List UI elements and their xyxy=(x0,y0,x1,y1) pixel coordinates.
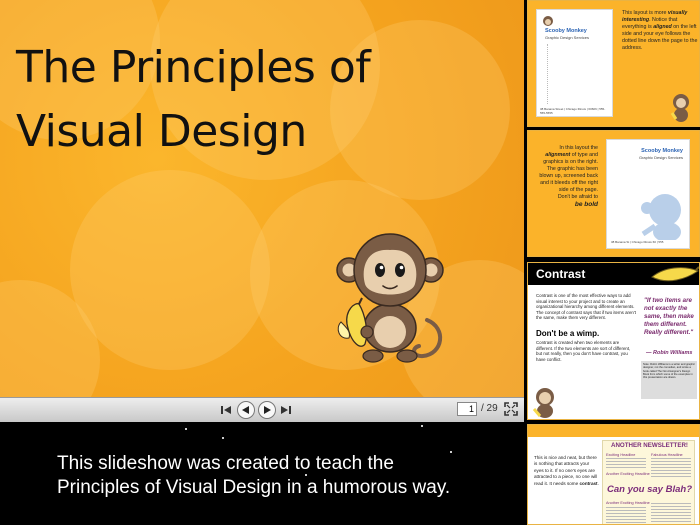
contrast-body-2: Contrast is created when two elements ar… xyxy=(536,340,631,362)
last-slide-button[interactable] xyxy=(279,401,293,419)
play-left-icon xyxy=(242,406,249,414)
newsletter-preview: ANOTHER NEWSLETTER! Exciting Headline An… xyxy=(602,440,695,524)
play-right-icon xyxy=(264,406,271,414)
slide-title: The Principles of Visual Design xyxy=(16,42,371,157)
slide-thumbnail-4[interactable]: Contrast Contrast is one of the most eff… xyxy=(527,262,700,420)
newsletter-headline: Fabulous Headline xyxy=(651,453,683,457)
brand-subtitle: Graphic Design Services xyxy=(545,35,590,40)
text-lines xyxy=(651,503,691,523)
previous-slide-button[interactable] xyxy=(237,401,255,419)
dotted-guide xyxy=(547,44,548,104)
fullscreen-icon[interactable] xyxy=(504,402,518,416)
first-slide-button[interactable] xyxy=(219,401,233,419)
brand-subtitle: Graphic Design Services xyxy=(638,155,683,160)
letterhead-card: Scooby Monkey Graphic Design Services 38… xyxy=(606,139,690,249)
monkey-watermark-icon xyxy=(641,194,681,240)
text-lines xyxy=(606,507,646,523)
banana-icon xyxy=(651,266,699,282)
address-line: 38 Banana Street | Chicago Illinois | 60… xyxy=(540,107,606,115)
monkey-icon xyxy=(532,388,554,418)
text-lines xyxy=(606,458,646,470)
note-text: Note: Robin Williams is a writer and gra… xyxy=(643,363,695,380)
slide-thumbnail-2[interactable]: Scooby Monkey Graphic Design Services 38… xyxy=(527,0,700,127)
slideshow-controller: / 29 xyxy=(0,397,524,422)
monkey-icon xyxy=(336,233,444,363)
contrast-body: Contrast is one of the most effective wa… xyxy=(536,293,636,321)
brand-name: Scooby Monkey xyxy=(545,28,587,34)
newsletter-callout: Can you say Blah? xyxy=(607,484,692,495)
address-line: 38 Banana St | Chicago Illinois 60 | 555 xyxy=(611,240,664,244)
speck xyxy=(222,437,224,439)
slide-content: This is nice and neat, but there is noth… xyxy=(528,437,699,524)
contrast-quote: "If two items are not exactly the same, … xyxy=(644,297,694,336)
skip-forward-icon xyxy=(281,406,291,414)
letterhead-card: Scooby Monkey Graphic Design Services 38… xyxy=(536,9,613,117)
newsletter-title: ANOTHER NEWSLETTER! xyxy=(611,442,688,449)
layout-description: In this layout the alignment of type and… xyxy=(539,145,598,208)
speck xyxy=(185,428,187,430)
skip-back-icon xyxy=(221,406,231,414)
speck xyxy=(450,451,452,453)
slide-thumbnail-5[interactable]: This is nice and neat, but there is noth… xyxy=(527,424,700,525)
slide-thumbnail-3[interactable]: In this layout the alignment of type and… xyxy=(527,130,700,257)
newsletter-headline: Exciting Headline xyxy=(606,453,636,457)
note-box: Note: Robin Williams is a writer and gra… xyxy=(641,361,697,399)
bokeh-circle xyxy=(70,170,270,370)
layout-description: This layout is more visually interesting… xyxy=(622,10,698,51)
brand-name: Scooby Monkey xyxy=(641,148,683,154)
total-pages: / 29 xyxy=(481,403,498,414)
quote-author: — Robin Williams xyxy=(646,350,693,356)
page-number-input[interactable] xyxy=(457,402,477,416)
text-lines xyxy=(651,458,691,478)
next-slide-button[interactable] xyxy=(258,401,276,419)
newsletter-description: This is nice and neat, but there is noth… xyxy=(534,455,599,486)
newsletter-headline: Another Exciting Headline xyxy=(606,472,650,476)
caption-text: This slideshow was created to teach the … xyxy=(57,453,451,498)
newsletter-headline: Another Exciting Headline xyxy=(606,501,650,505)
monkey-logo-icon xyxy=(543,16,553,26)
contrast-title: Contrast xyxy=(536,267,586,281)
contrast-heading: Don't be a wimp. xyxy=(536,329,600,338)
speck xyxy=(421,425,423,427)
monkey-icon xyxy=(670,94,689,122)
main-slide: The Principles of Visual Design xyxy=(0,0,524,397)
